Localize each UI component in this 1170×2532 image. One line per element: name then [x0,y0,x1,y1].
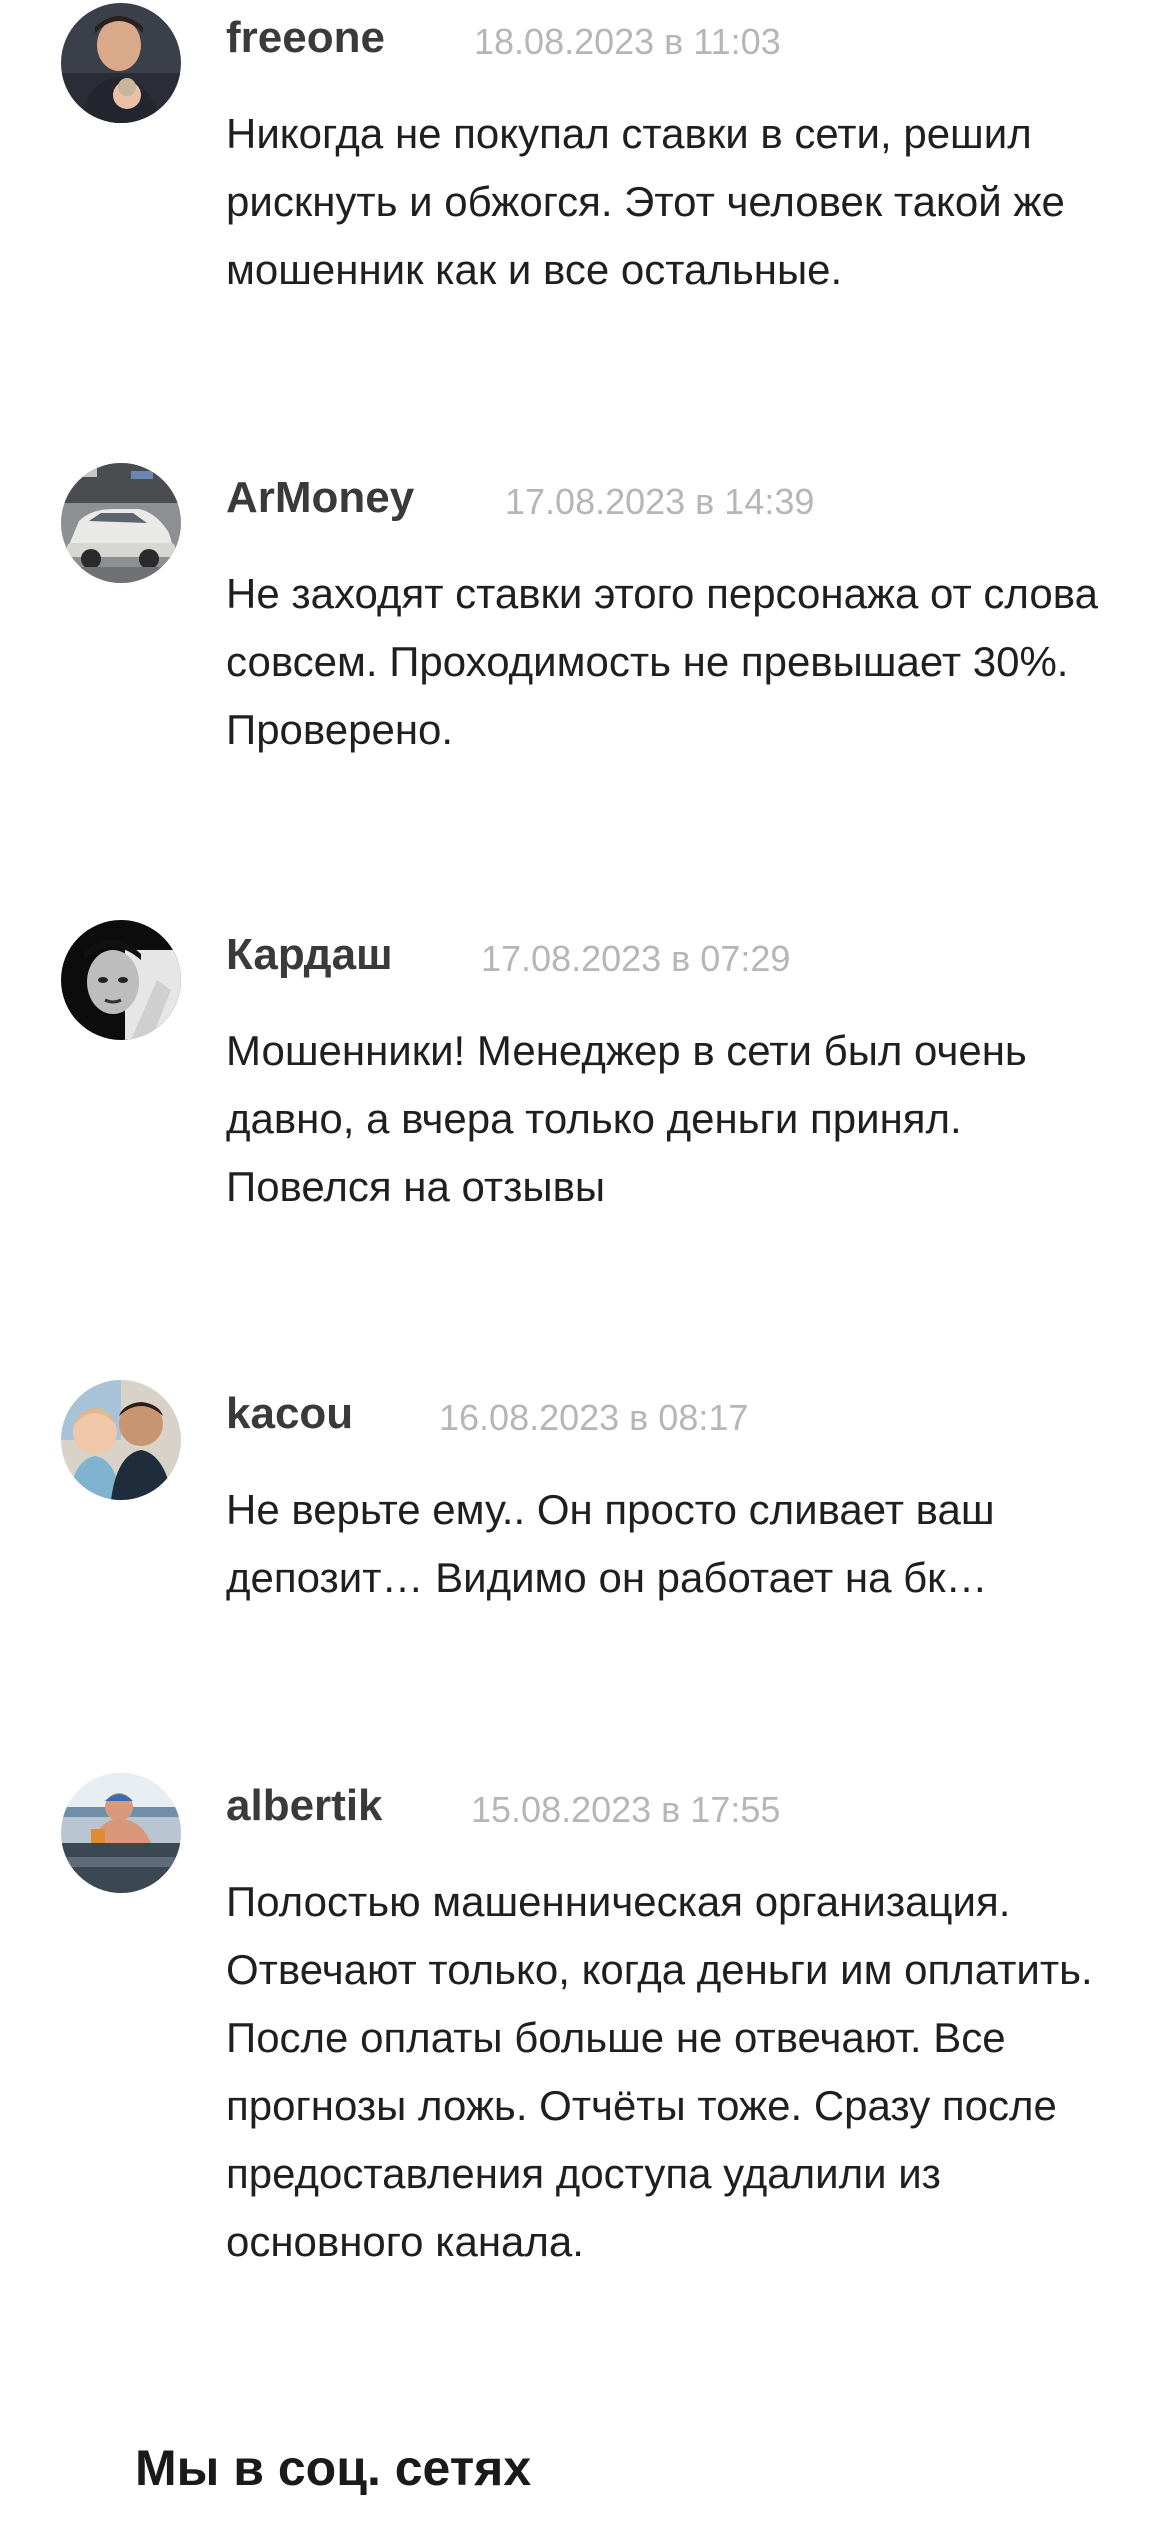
comment-text: Никогда не покупал ставки в сети, решил … [226,110,1065,293]
comment-text: Мошенники! Менеджер в сети был очень дав… [226,1027,1027,1210]
avatar[interactable] [61,1380,181,1500]
comment-date: 16.08.2023 в 08:17 [439,1397,749,1438]
comment-text: Не верьте ему.. Он просто сливает ваш де… [226,1486,995,1601]
comment-author[interactable]: albertik [226,1784,383,1828]
comment-author[interactable]: Кардаш [226,933,393,977]
avatar-man-with-child-icon [61,1380,181,1500]
avatar[interactable] [61,920,181,1040]
comment-text: Не заходят ставки этого персонажа от сло… [226,570,1098,753]
avatar-pool-photo-icon [61,1773,181,1893]
comment-text: Полостью машенническая организация. Отве… [226,1878,1093,2265]
comment-author[interactable]: ArMoney [226,476,414,520]
comment-date: 17.08.2023 в 14:39 [505,481,815,522]
avatar[interactable] [61,3,181,123]
avatar-car-icon [61,463,181,583]
avatar-man-with-baby-icon [61,3,181,123]
comment-date: 15.08.2023 в 17:55 [471,1789,781,1830]
comment-author[interactable]: kacou [226,1392,353,1436]
comment-date: 18.08.2023 в 11:03 [474,21,781,62]
avatar-bw-portrait-icon [61,920,181,1040]
social-section-title: Мы в соц. сетях [135,2440,532,2496]
avatar[interactable] [61,463,181,583]
comment-author[interactable]: freeone [226,16,385,60]
comment-date: 17.08.2023 в 07:29 [481,938,791,979]
avatar[interactable] [61,1773,181,1893]
